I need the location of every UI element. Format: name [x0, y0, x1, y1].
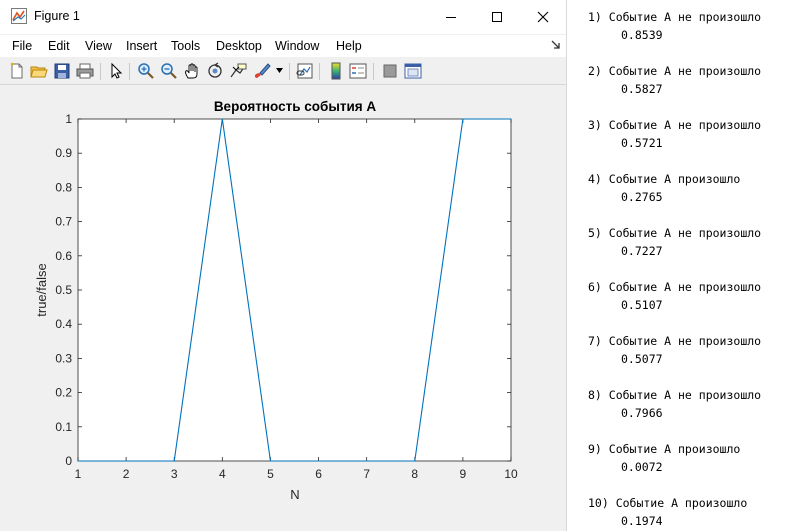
data-cursor-icon[interactable] — [229, 62, 247, 80]
title-bar: Figure 1 — [0, 0, 566, 34]
menu-window[interactable]: Window — [275, 39, 319, 53]
x-tick-label: 7 — [363, 467, 370, 481]
maximize-icon — [492, 12, 502, 22]
colorbar-icon[interactable] — [327, 62, 345, 80]
x-tick-label: 4 — [219, 467, 226, 481]
toolbar-separator — [289, 63, 290, 80]
menu-edit[interactable]: Edit — [48, 39, 70, 53]
minimize-icon — [446, 17, 456, 18]
x-tick-label: 6 — [315, 467, 322, 481]
console-result-line: 2) Событие А не произошло — [588, 64, 762, 78]
rotate-3d-icon[interactable] — [206, 62, 224, 80]
figure-canvas: Вероятность события А 1 2 3 4 5 6 7 8 9 10 0 0.1 0.2… — [6, 88, 566, 508]
console-value-line: 0.5107 — [621, 298, 663, 312]
matlab-app-icon — [11, 8, 27, 24]
console-result-line: 4) Событие А произошло — [588, 172, 741, 186]
x-tick-label: 2 — [123, 467, 130, 481]
menu-insert[interactable]: Insert — [126, 39, 157, 53]
toolbar-separator — [319, 63, 320, 80]
y-tick-label: 0.8 — [55, 180, 72, 194]
x-tick-label: 8 — [411, 467, 418, 481]
chevron-down-icon[interactable] — [276, 68, 283, 73]
menu-help[interactable]: Help — [336, 39, 362, 53]
y-tick-label: 1 — [65, 112, 72, 126]
x-tick-label: 3 — [171, 467, 178, 481]
minimize-button[interactable] — [428, 0, 474, 34]
figure-window: Figure 1 File Edit View Insert Tools Des… — [0, 0, 567, 531]
maximize-button[interactable] — [474, 0, 520, 34]
zoom-in-icon[interactable] — [137, 62, 155, 80]
console-value-line: 0.7966 — [621, 406, 663, 420]
y-axis-label: true/false — [34, 263, 49, 316]
menu-tools[interactable]: Tools — [171, 39, 200, 53]
menu-view[interactable]: View — [85, 39, 112, 53]
y-tick-label: 0.6 — [55, 249, 72, 263]
console-value-line: 0.8539 — [621, 28, 663, 42]
select-arrow-icon[interactable] — [107, 62, 125, 80]
y-tick-label: 0.5 — [55, 283, 72, 297]
menu-desktop[interactable]: Desktop — [216, 39, 262, 53]
menu-file[interactable]: File — [12, 39, 32, 53]
console-result-line: 6) Событие А не произошло — [588, 280, 762, 294]
legend-icon[interactable] — [349, 62, 367, 80]
show-plot-tools-icon[interactable] — [404, 62, 422, 80]
console-value-line: 0.0072 — [621, 460, 663, 474]
y-tick-label: 0.2 — [55, 386, 72, 400]
x-tick-label: 1 — [75, 467, 82, 481]
brush-icon[interactable] — [253, 62, 271, 80]
console-value-line: 0.5827 — [621, 82, 663, 96]
console-result-line: 5) Событие А не произошло — [588, 226, 762, 240]
console-result-line: 8) Событие А не произошло — [588, 388, 762, 402]
console-result-line: 7) Событие А не произошло — [588, 334, 762, 348]
toolbar-separator — [373, 63, 374, 80]
window-title: Figure 1 — [34, 9, 80, 23]
y-tick-label: 0.4 — [55, 317, 72, 331]
x-tick-label: 5 — [267, 467, 274, 481]
toolbar-separator — [129, 63, 130, 80]
console-result-line: 10) Событие А произошло — [588, 496, 748, 510]
console-value-line: 0.7227 — [621, 244, 663, 258]
console-value-line: 0.1974 — [621, 514, 663, 528]
y-tick-label: 0.7 — [55, 215, 72, 229]
link-plot-icon[interactable] — [296, 62, 314, 80]
save-icon[interactable] — [53, 62, 71, 80]
x-tick-label: 10 — [504, 467, 518, 481]
close-icon — [537, 11, 549, 23]
hide-plot-tools-icon[interactable] — [381, 62, 399, 80]
close-button[interactable] — [520, 0, 566, 34]
x-axis-label: N — [290, 487, 299, 502]
console-value-line: 0.5077 — [621, 352, 663, 366]
console-result-line: 3) Событие А не произошло — [588, 118, 762, 132]
toolbar — [0, 58, 566, 85]
console-value-line: 0.5721 — [621, 136, 663, 150]
y-tick-label: 0.1 — [55, 420, 72, 434]
menu-bar: File Edit View Insert Tools Desktop Wind… — [0, 35, 566, 57]
pan-hand-icon[interactable] — [183, 62, 201, 80]
chart-title: Вероятность события А — [214, 99, 377, 114]
console-result-line: 1) Событие А не произошло — [588, 10, 762, 24]
zoom-out-icon[interactable] — [160, 62, 178, 80]
command-window-output[interactable]: 1) Событие А не произошло 0.8539 2) Событи… — [567, 0, 790, 531]
console-value-line: 0.2765 — [621, 190, 663, 204]
dock-arrow-icon[interactable] — [551, 40, 561, 50]
y-tick-label: 0.9 — [55, 146, 72, 160]
y-tick-label: 0.3 — [55, 351, 72, 365]
x-tick-label: 9 — [460, 467, 467, 481]
axes-background — [78, 119, 511, 461]
new-figure-icon[interactable] — [8, 62, 26, 80]
plot-area[interactable]: Вероятность события А 1 2 3 4 5 6 7 8 9 10 0 0.1 0.2… — [6, 88, 566, 508]
open-file-icon[interactable] — [30, 62, 48, 80]
y-tick-label: 0 — [65, 454, 72, 468]
toolbar-separator — [100, 63, 101, 80]
console-result-line: 9) Событие А произошло — [588, 442, 741, 456]
print-icon[interactable] — [76, 62, 94, 80]
